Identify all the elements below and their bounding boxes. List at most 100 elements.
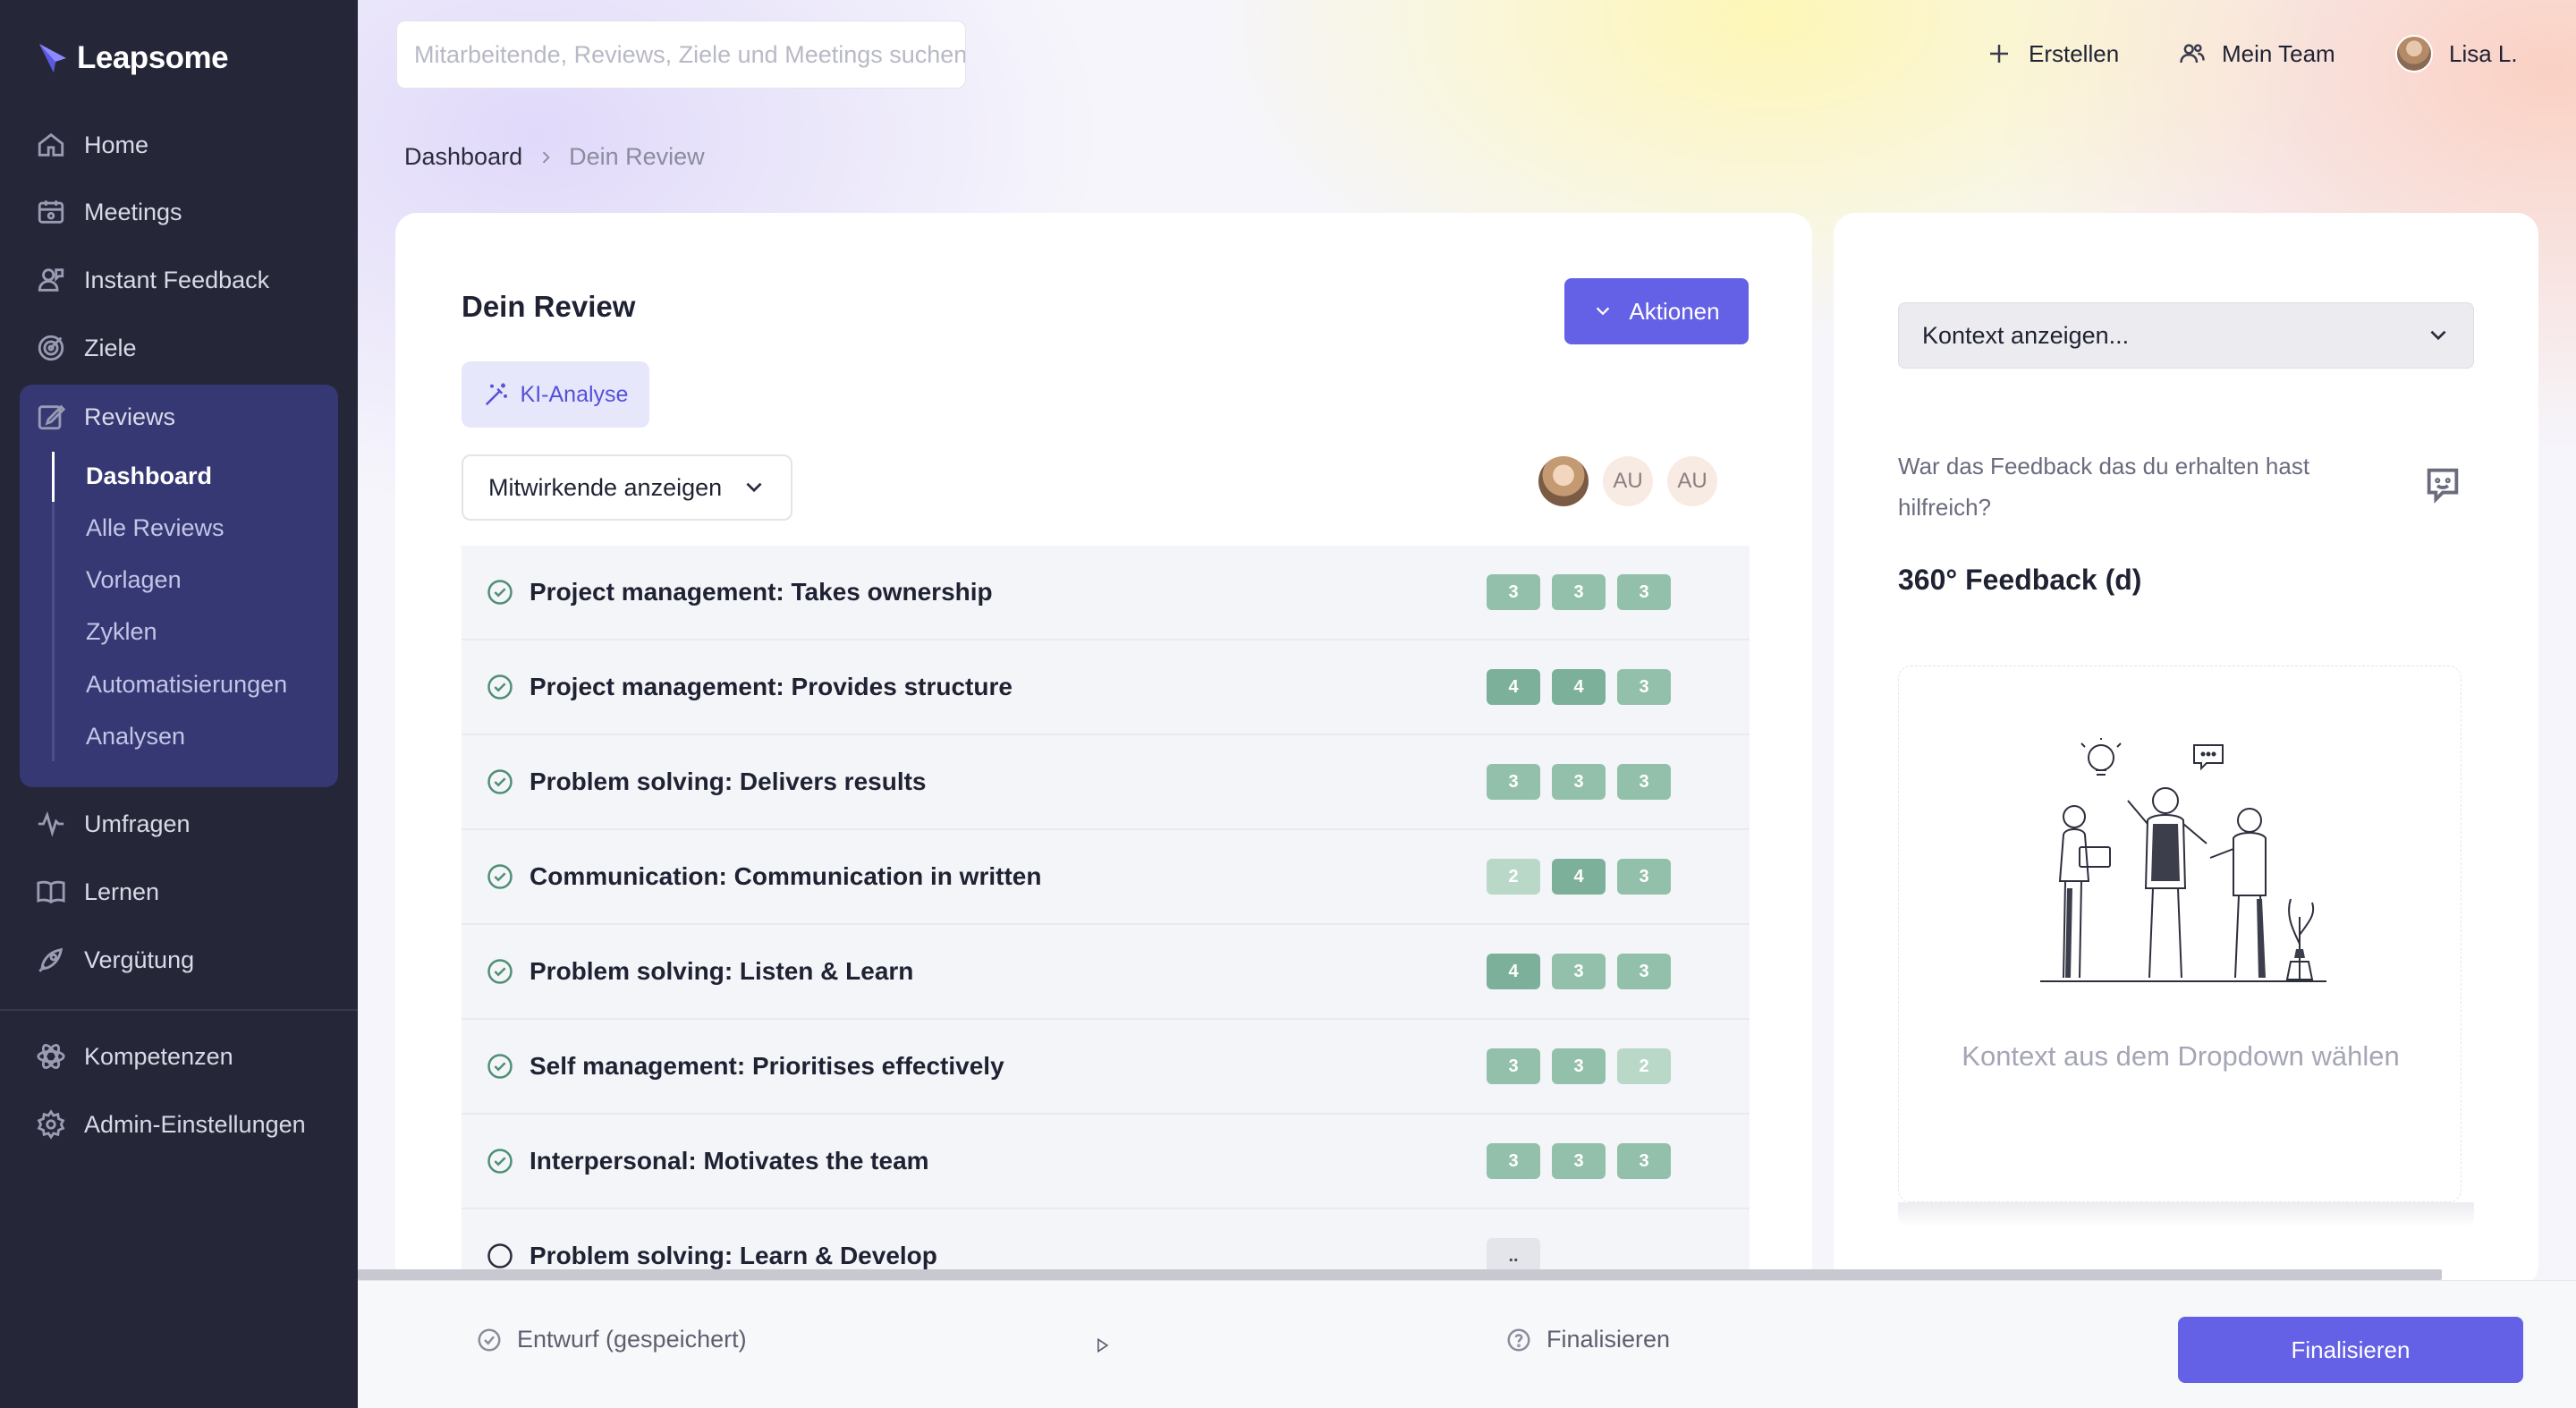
sidebar-item-label: Reviews (84, 403, 176, 430)
context-panel: Kontext anzeigen... War das Feedback das… (1834, 213, 2538, 1286)
chevron-down-icon (2430, 330, 2446, 341)
score-badge: 3 (1617, 764, 1671, 800)
subnav-item-dashboard[interactable]: Dashboard (86, 454, 212, 498)
app-name: Leapsome (77, 40, 229, 75)
sidebar-item-label: Kompetenzen (84, 1042, 233, 1070)
score-badge: 3 (1487, 764, 1540, 800)
score-badge: 3 (1617, 859, 1671, 895)
score-group: 333 (1487, 1143, 1671, 1179)
competency-label: Communication: Communication in written (530, 862, 1042, 890)
sidebar-item-label: Home (84, 131, 149, 158)
feedback-icon (38, 268, 64, 292)
empty-state: Kontext aus dem Dropdown wählen (1898, 666, 2462, 1202)
contributors-select[interactable]: Mitwirkende anzeigen (462, 454, 792, 521)
competency-row[interactable]: Problem solving: Listen & Learn 4 3 3 (462, 925, 1750, 1020)
logo[interactable]: Leapsome (36, 36, 229, 81)
competency-row[interactable]: Problem solving: Delivers results 3 3 3 (462, 735, 1750, 830)
score-badge: 2 (1617, 1048, 1671, 1084)
sidebar-item-label: Meetings (84, 198, 182, 225)
score-badge: 4 (1487, 669, 1540, 705)
sidebar-item-kompetenzen[interactable]: Kompetenzen (36, 1031, 233, 1081)
rocket-icon (38, 947, 64, 972)
user-avatar (2395, 35, 2433, 72)
feedback-question: War das Feedback das du erhalten hast hi… (1898, 453, 2310, 521)
competency-row[interactable]: Interpersonal: Motivates the team 3 3 3 (462, 1115, 1750, 1209)
score-group: .. (1487, 1238, 1540, 1274)
score-group: 333 (1487, 764, 1671, 800)
sidebar-item-instant-feedback[interactable]: Instant Feedback (36, 255, 269, 305)
actions-button[interactable]: Aktionen (1564, 278, 1749, 344)
check-circle-icon (487, 1054, 513, 1079)
competency-label: Problem solving: Listen & Learn (530, 957, 914, 985)
sidebar-item-verguetung[interactable]: Vergütung (36, 935, 194, 985)
score-badge: .. (1487, 1238, 1540, 1274)
score-badge: 3 (1552, 1143, 1606, 1179)
context-select-label: Kontext anzeigen... (1922, 321, 2130, 349)
check-circle-icon (487, 959, 513, 984)
create-button[interactable]: Erstellen (1986, 32, 2119, 75)
sidebar-item-lernen[interactable]: Lernen (36, 867, 159, 917)
competency-row[interactable]: Self management: Prioritises effectively… (462, 1020, 1750, 1115)
score-badge: 3 (1487, 1143, 1540, 1179)
sidebar-item-reviews[interactable]: Reviews (36, 392, 175, 442)
competency-row[interactable]: Project management: Takes ownership 3 3 3 (462, 546, 1750, 640)
avatar[interactable]: AU (1603, 456, 1653, 506)
competency-row[interactable]: Communication: Communication in written 2… (462, 830, 1750, 925)
ki-analysis-label: KI-Analyse (520, 381, 629, 407)
score-badge: 4 (1487, 954, 1540, 989)
subnav-item-zyklen[interactable]: Zyklen (86, 609, 157, 654)
chevron-right-icon (542, 151, 550, 163)
play-arrow-icon[interactable] (1093, 1336, 1111, 1354)
team-icon (2180, 44, 2205, 64)
sidebar-item-admin-einstellungen[interactable]: Admin-Einstellungen (36, 1099, 306, 1149)
atom-icon (37, 1043, 65, 1070)
score-group: 333 (1487, 574, 1671, 610)
search-box[interactable] (396, 21, 966, 89)
my-team-label: Mein Team (2222, 39, 2335, 67)
feedback-chat-icon[interactable] (2422, 463, 2463, 505)
plus-icon (1990, 45, 2008, 63)
book-icon (37, 880, 65, 904)
score-badge: 3 (1552, 574, 1606, 610)
my-team-button[interactable]: Mein Team (2179, 32, 2335, 75)
subnav-item-vorlagen[interactable]: Vorlagen (86, 557, 182, 602)
ki-analysis-button[interactable]: KI-Analyse (462, 361, 649, 428)
draft-status: Entwurf (gespeichert) (476, 1326, 747, 1353)
sidebar-item-home[interactable]: Home (36, 120, 148, 170)
sidebar-item-umfragen[interactable]: Umfragen (36, 799, 191, 849)
user-menu[interactable]: Lisa L. (2395, 32, 2518, 75)
score-group: 332 (1487, 1048, 1671, 1084)
competency-label: Problem solving: Delivers results (530, 768, 927, 795)
competency-row[interactable]: Project management: Provides structure 4 4… (462, 640, 1750, 735)
horizontal-scrollbar[interactable] (358, 1269, 2442, 1280)
score-badge: 3 (1617, 669, 1671, 705)
breadcrumb-current: Dein Review (569, 143, 705, 170)
breadcrumb: Dashboard Dein Review (404, 143, 705, 171)
score-group: 243 (1487, 859, 1671, 895)
create-label: Erstellen (2029, 39, 2120, 67)
sidebar-divider (0, 1009, 358, 1011)
subnav-item-automatisierungen[interactable]: Automatisierungen (86, 662, 287, 707)
meetings-icon (38, 200, 64, 224)
score-group: 433 (1487, 954, 1671, 989)
avatar[interactable] (1538, 456, 1589, 506)
finalize-step[interactable]: Finalisieren (1505, 1326, 1670, 1353)
sidebar-item-meetings[interactable]: Meetings (36, 187, 182, 237)
check-circle-icon (487, 1149, 513, 1174)
avatar[interactable]: AU (1667, 456, 1717, 506)
check-circle-icon (487, 674, 513, 700)
finalize-button[interactable]: Finalisieren (2178, 1317, 2523, 1383)
subnav-item-alle-reviews[interactable]: Alle Reviews (86, 505, 225, 550)
breadcrumb-dashboard[interactable]: Dashboard (404, 143, 522, 171)
review-card: Dein Review Aktionen KI-Analyse Mitwirke… (395, 213, 1812, 1286)
draft-status-label: Entwurf (gespeichert) (517, 1326, 747, 1353)
pulse-icon (38, 810, 64, 837)
sidebar-item-ziele[interactable]: Ziele (36, 323, 137, 373)
subnav-item-analysen[interactable]: Analysen (86, 714, 185, 759)
sidebar-item-label: Instant Feedback (84, 266, 270, 293)
actions-label: Aktionen (1629, 297, 1720, 325)
sidebar-item-label: Admin-Einstellungen (84, 1110, 306, 1138)
context-select[interactable]: Kontext anzeigen... (1898, 302, 2474, 369)
score-badge: 4 (1552, 859, 1606, 895)
search-input[interactable] (414, 40, 965, 69)
